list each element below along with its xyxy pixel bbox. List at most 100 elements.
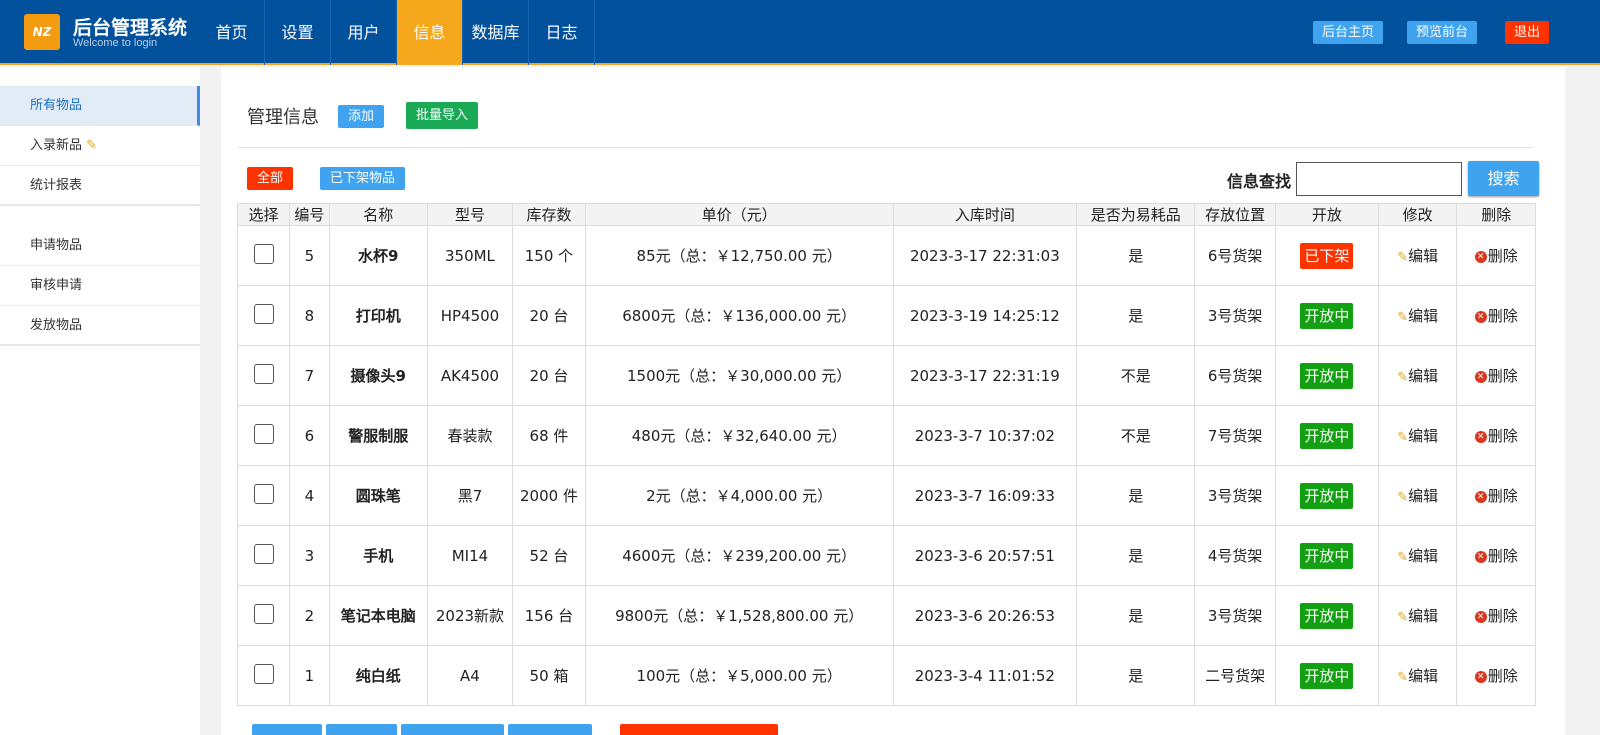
status-badge[interactable]: 开放中 — [1300, 362, 1354, 389]
bottom-button-2[interactable] — [326, 724, 397, 735]
stock-cell: 150 个 — [512, 225, 586, 286]
delete-cell[interactable]: ✕ 删除 — [1456, 585, 1536, 646]
nav-info[interactable]: 信息 — [397, 0, 463, 65]
delete-cell[interactable]: ✕ 删除 — [1456, 225, 1536, 286]
delete-link[interactable]: 删除 — [1488, 247, 1518, 265]
edit-cell[interactable]: ✎编辑 — [1377, 465, 1458, 526]
status-badge[interactable]: 开放中 — [1300, 542, 1354, 569]
delete-link[interactable]: 删除 — [1488, 487, 1518, 505]
bottom-button-5[interactable] — [620, 724, 778, 735]
nav-users[interactable]: 用户 — [331, 0, 397, 65]
edit-cell[interactable]: ✎编辑 — [1377, 225, 1458, 286]
delete-link[interactable]: 删除 — [1488, 607, 1518, 625]
search-input[interactable] — [1296, 162, 1462, 196]
delete-icon: ✕ — [1474, 250, 1487, 263]
row-checkbox[interactable] — [253, 483, 274, 504]
edit-cell[interactable]: ✎编辑 — [1377, 645, 1458, 706]
delete-link[interactable]: 删除 — [1488, 367, 1518, 385]
consumable-cell: 是 — [1076, 585, 1196, 646]
sidebar-item-review[interactable]: 审核申请 — [0, 266, 200, 306]
nav-log[interactable]: 日志 — [529, 0, 595, 65]
edit-cell[interactable]: ✎编辑 — [1377, 525, 1458, 586]
batch-import-button[interactable]: 批量导入 — [406, 102, 479, 129]
row-checkbox[interactable] — [253, 243, 274, 264]
table-row: 2 笔记本电脑 2023新款 156 台 9800元（总：￥1,528,800.00 元… — [237, 585, 1536, 646]
row-checkbox[interactable] — [253, 543, 274, 564]
edit-link[interactable]: 编辑 — [1408, 607, 1438, 625]
status-badge[interactable]: 开放中 — [1300, 482, 1354, 509]
price-cell: 1500元（总：￥30,000.00 元） — [584, 345, 894, 406]
edit-link[interactable]: 编辑 — [1408, 487, 1438, 505]
stock-cell: 68 件 — [512, 405, 586, 466]
pencil-icon: ✎ — [1397, 490, 1409, 505]
consumable-cell: 不是 — [1076, 345, 1196, 406]
edit-link[interactable]: 编辑 — [1408, 667, 1438, 685]
status-badge[interactable]: 开放中 — [1300, 602, 1354, 629]
edit-link[interactable]: 编辑 — [1408, 247, 1438, 265]
sidebar-item-distribute[interactable]: 发放物品 — [0, 306, 200, 346]
delete-cell[interactable]: ✕ 删除 — [1456, 285, 1536, 346]
edit-link[interactable]: 编辑 — [1408, 367, 1438, 385]
add-button[interactable]: 添加 — [338, 105, 385, 128]
price-cell: 480元（总：￥32,640.00 元） — [584, 405, 894, 466]
edit-link[interactable]: 编辑 — [1408, 307, 1438, 325]
delete-link[interactable]: 删除 — [1488, 427, 1518, 445]
edit-link[interactable]: 编辑 — [1408, 547, 1438, 565]
id-cell: 1 — [289, 645, 330, 706]
sidebar-item-report[interactable]: 统计报表 — [0, 166, 200, 206]
nav-home[interactable]: 首页 — [199, 0, 265, 65]
delete-cell[interactable]: ✕ 删除 — [1456, 645, 1536, 706]
model-cell: 春装款 — [426, 405, 514, 466]
status-cell: 开放中 — [1274, 285, 1379, 346]
nav-database[interactable]: 数据库 — [463, 0, 529, 65]
status-badge[interactable]: 开放中 — [1300, 302, 1354, 329]
filter-all-button[interactable]: 全部 — [247, 167, 294, 190]
sidebar-item-new-item[interactable]: 入录新品 ✎ — [0, 126, 200, 166]
consumable-cell: 是 — [1076, 525, 1196, 586]
location-cell: 3号货架 — [1194, 285, 1276, 346]
row-checkbox[interactable] — [253, 603, 274, 624]
search-button[interactable]: 搜索 — [1468, 161, 1539, 196]
delete-cell[interactable]: ✕ 删除 — [1456, 465, 1536, 526]
status-badge[interactable]: 已下架 — [1300, 242, 1354, 269]
edit-cell[interactable]: ✎编辑 — [1377, 285, 1458, 346]
id-cell: 5 — [289, 225, 330, 286]
row-checkbox[interactable] — [253, 363, 274, 384]
preview-button[interactable]: 预览前台 — [1407, 21, 1478, 44]
row-checkbox[interactable] — [253, 423, 274, 444]
admin-home-button[interactable]: 后台主页 — [1313, 21, 1384, 44]
delete-link[interactable]: 删除 — [1488, 307, 1518, 325]
edit-cell[interactable]: ✎编辑 — [1377, 585, 1458, 646]
edit-cell[interactable]: ✎编辑 — [1377, 405, 1458, 466]
status-badge[interactable]: 开放中 — [1300, 662, 1354, 689]
bottom-button-1[interactable] — [252, 724, 322, 735]
bottom-button-4[interactable] — [508, 724, 592, 735]
bottom-button-3[interactable] — [401, 724, 504, 735]
delete-cell[interactable]: ✕ 删除 — [1456, 525, 1536, 586]
delete-cell[interactable]: ✕ 删除 — [1456, 345, 1536, 406]
model-cell: 黑7 — [426, 465, 514, 526]
nav-settings[interactable]: 设置 — [265, 0, 331, 65]
status-badge[interactable]: 开放中 — [1300, 422, 1354, 449]
id-cell: 2 — [289, 585, 330, 646]
sidebar-item-apply[interactable]: 申请物品 — [0, 226, 200, 266]
sidebar-item-all-items[interactable]: 所有物品 — [0, 86, 200, 126]
select-cell — [237, 465, 290, 526]
edit-cell[interactable]: ✎编辑 — [1377, 345, 1458, 406]
location-cell: 3号货架 — [1194, 465, 1276, 526]
col-location: 存放位置 — [1194, 203, 1276, 226]
filter-offshelf-button[interactable]: 已下架物品 — [320, 167, 406, 190]
row-checkbox[interactable] — [253, 303, 274, 324]
delete-icon: ✕ — [1474, 490, 1487, 503]
stock-cell: 2000 件 — [512, 465, 586, 526]
edit-link[interactable]: 编辑 — [1408, 427, 1438, 445]
status-cell: 开放中 — [1274, 345, 1379, 406]
delete-cell[interactable]: ✕ 删除 — [1456, 405, 1536, 466]
model-cell: MI14 — [426, 525, 514, 586]
delete-link[interactable]: 删除 — [1488, 547, 1518, 565]
delete-link[interactable]: 删除 — [1488, 667, 1518, 685]
delete-icon: ✕ — [1474, 370, 1487, 383]
logout-button[interactable]: 退出 — [1505, 21, 1550, 44]
row-checkbox[interactable] — [253, 663, 274, 684]
col-select: 选择 — [237, 203, 290, 226]
